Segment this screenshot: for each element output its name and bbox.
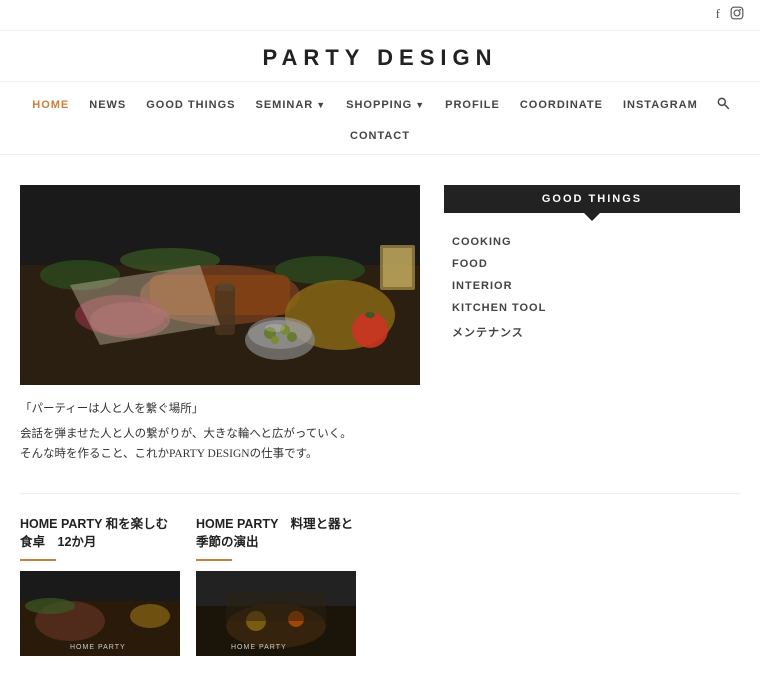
facebook-icon[interactable]: f — [716, 6, 720, 24]
site-title: PARTY DESIGN — [0, 31, 760, 82]
sidebar-item-food[interactable]: FOOD — [444, 253, 740, 275]
nav-home[interactable]: HOME — [22, 95, 79, 115]
card-1-title: HOME PARTY 和を楽しむ食卓 12か月 — [20, 516, 180, 551]
nav-profile[interactable]: PROFILE — [435, 95, 510, 115]
nav-instagram[interactable]: INSTAGRAM — [613, 95, 708, 115]
hero-desc-line2: そんな時を作ること、これかPARTY DESIGNの仕事です。 — [20, 444, 420, 465]
shopping-dropdown-arrow: ▼ — [415, 100, 425, 110]
sidebar-item-cooking[interactable]: COOKING — [444, 231, 740, 253]
sidebar-item-kitchen-tool[interactable]: KITCHEN TOOL — [444, 297, 740, 319]
hero-image — [20, 185, 420, 385]
cards-row: HOME PARTY 和を楽しむ食卓 12か月 HOME PARTY HOME … — [20, 516, 740, 656]
sidebar-item-maintenance[interactable]: メンテナンス — [444, 319, 740, 345]
hero-text: 「パーティーは人と人を繋ぐ場所」 会話を弾ませた人と人の繋がりが、大きな輪へと広… — [20, 399, 420, 465]
instagram-icon[interactable] — [730, 6, 744, 24]
nav-secondary: CONTACT — [0, 122, 760, 154]
sidebar-title: GOOD THINGS — [444, 185, 740, 213]
card-2-image: HOME PARTY — [196, 571, 356, 656]
card-1-image: HOME PARTY — [20, 571, 180, 656]
nav-seminar[interactable]: SEMINAR ▼ — [245, 95, 336, 115]
nav-contact[interactable]: CONTACT — [340, 126, 420, 146]
seminar-dropdown-arrow: ▼ — [316, 100, 326, 110]
main-nav: HOME NEWS GOOD THINGS SEMINAR ▼ SHOPPING… — [0, 82, 760, 155]
sidebar-menu: COOKING FOOD INTERIOR KITCHEN TOOL メンテナン… — [444, 231, 740, 345]
nav-primary: HOME NEWS GOOD THINGS SEMINAR ▼ SHOPPING… — [0, 82, 760, 122]
nav-news[interactable]: NEWS — [79, 95, 136, 115]
svg-text:HOME PARTY: HOME PARTY — [231, 644, 287, 651]
card-2-underline — [196, 559, 232, 561]
search-icon[interactable] — [708, 92, 738, 118]
top-bar: f — [0, 0, 760, 31]
card-2-title: HOME PARTY 料理と器と季節の演出 — [196, 516, 356, 551]
content-layout: 「パーティーは人と人を繋ぐ場所」 会話を弾ませた人と人の繋がりが、大きな輪へと広… — [20, 185, 740, 465]
sidebar-title-triangle — [584, 213, 600, 221]
nav-coordinate[interactable]: COORDINATE — [510, 95, 613, 115]
hero-area: 「パーティーは人と人を繋ぐ場所」 会話を弾ませた人と人の繋がりが、大きな輪へと広… — [20, 185, 420, 465]
card-2: HOME PARTY 料理と器と季節の演出 HOME PARTY — [196, 516, 356, 656]
hero-quote: 「パーティーは人と人を繋ぐ場所」 — [20, 399, 420, 420]
content-divider — [20, 493, 740, 494]
social-icons: f — [716, 6, 744, 24]
card-1: HOME PARTY 和を楽しむ食卓 12か月 HOME PARTY — [20, 516, 180, 656]
sidebar-item-interior[interactable]: INTERIOR — [444, 275, 740, 297]
nav-shopping[interactable]: SHOPPING ▼ — [336, 95, 435, 115]
card-1-underline — [20, 559, 56, 561]
nav-good-things[interactable]: GOOD THINGS — [136, 95, 245, 115]
svg-text:HOME PARTY: HOME PARTY — [70, 644, 126, 651]
page-content: 「パーティーは人と人を繋ぐ場所」 会話を弾ませた人と人の繋がりが、大きな輪へと広… — [0, 155, 760, 676]
hero-desc-line1: 会話を弾ませた人と人の繋がりが、大きな輪へと広がっていく。 — [20, 424, 420, 445]
sidebar: GOOD THINGS COOKING FOOD INTERIOR KITCHE… — [444, 185, 740, 345]
